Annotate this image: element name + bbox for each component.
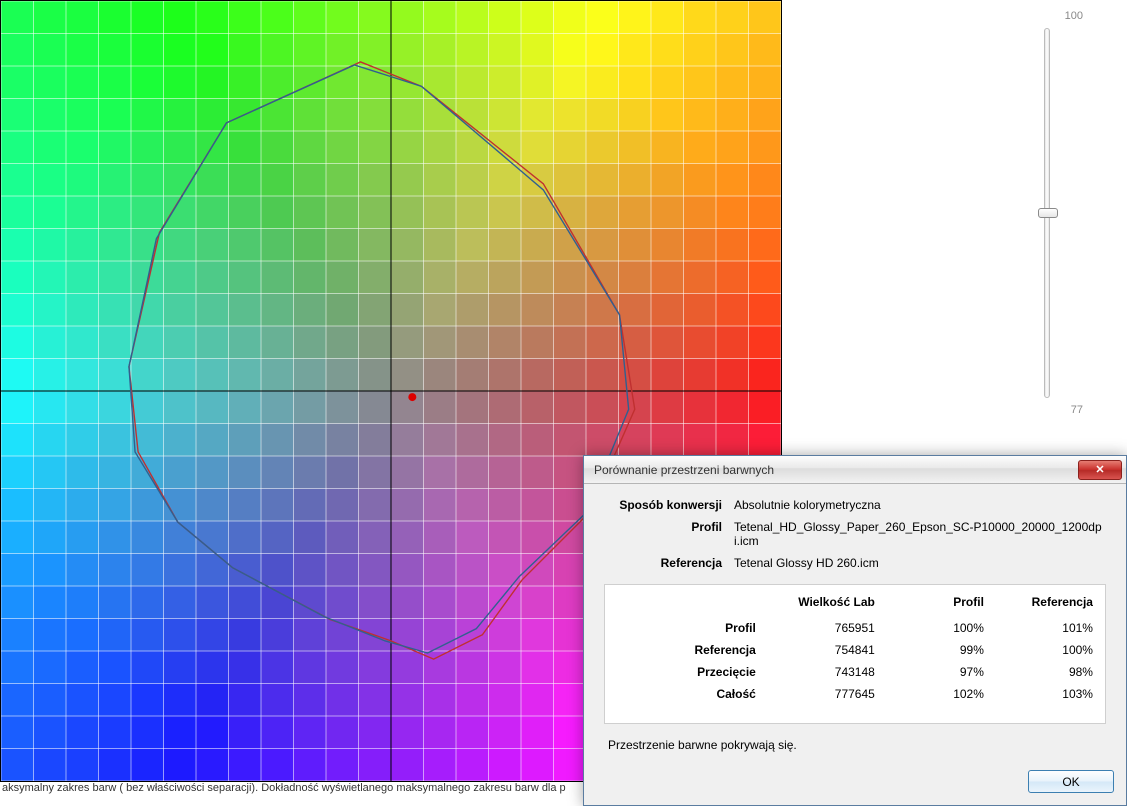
close-icon: ✕ <box>1095 463 1104 476</box>
dialog-title: Porównanie przestrzeni barwnych <box>594 463 1078 477</box>
conversion-method-label: Sposób konwersji <box>604 498 734 512</box>
row-ref: 100% <box>984 643 1093 657</box>
table-header-row: Wielkość Lab Profil Referencja <box>617 595 1093 609</box>
row-ref: 103% <box>984 687 1093 701</box>
row-label: Referencja <box>617 643 756 657</box>
row-lab: 765951 <box>756 621 875 635</box>
row-lab: 743148 <box>756 665 875 679</box>
gamut-comparison-dialog: Porównanie przestrzeni barwnych ✕ Sposób… <box>583 455 1127 806</box>
row-profil: 97% <box>875 665 984 679</box>
row-label: Całość <box>617 687 756 701</box>
dialog-titlebar[interactable]: Porównanie przestrzeni barwnych ✕ <box>584 456 1126 484</box>
ok-button[interactable]: OK <box>1028 770 1114 793</box>
reference-label: Referencja <box>604 556 734 570</box>
row-lab: 754841 <box>756 643 875 657</box>
col-lab: Wielkość Lab <box>756 595 875 609</box>
profile-value: Tetenal_HD_Glossy_Paper_260_Epson_SC-P10… <box>734 520 1106 548</box>
lightness-slider[interactable]: 100 77 <box>1007 10 1087 430</box>
table-row: Profil765951100%101% <box>617 621 1093 635</box>
dialog-button-row: OK <box>584 764 1126 805</box>
row-profil: 99% <box>875 643 984 657</box>
row-ref: 98% <box>984 665 1093 679</box>
row-profil: 102% <box>875 687 984 701</box>
table-row: Referencja75484199%100% <box>617 643 1093 657</box>
close-button[interactable]: ✕ <box>1078 460 1122 480</box>
col-ref: Referencja <box>984 595 1093 609</box>
profile-label: Profil <box>604 520 734 548</box>
row-ref: 101% <box>984 621 1093 635</box>
conversion-method-value: Absolutnie kolorymetryczna <box>734 498 1106 512</box>
slider-thumb[interactable] <box>1038 208 1058 218</box>
table-row: Przecięcie74314897%98% <box>617 665 1093 679</box>
row-label: Profil <box>617 621 756 635</box>
slider-track[interactable] <box>1044 28 1050 398</box>
row-profil: 100% <box>875 621 984 635</box>
table-row: Całość777645102%103% <box>617 687 1093 701</box>
reference-value: Tetenal Glossy HD 260.icm <box>734 556 1106 570</box>
summary-text: Przestrzenie barwne pokrywają się. <box>604 724 1106 756</box>
slider-value-label: 77 <box>1007 404 1087 416</box>
comparison-table: Wielkość Lab Profil Referencja Profil765… <box>604 584 1106 724</box>
col-profil: Profil <box>875 595 984 609</box>
dialog-body: Sposób konwersji Absolutnie kolorymetryc… <box>584 484 1126 764</box>
row-label: Przecięcie <box>617 665 756 679</box>
slider-max-label: 100 <box>1007 10 1087 22</box>
row-lab: 777645 <box>756 687 875 701</box>
